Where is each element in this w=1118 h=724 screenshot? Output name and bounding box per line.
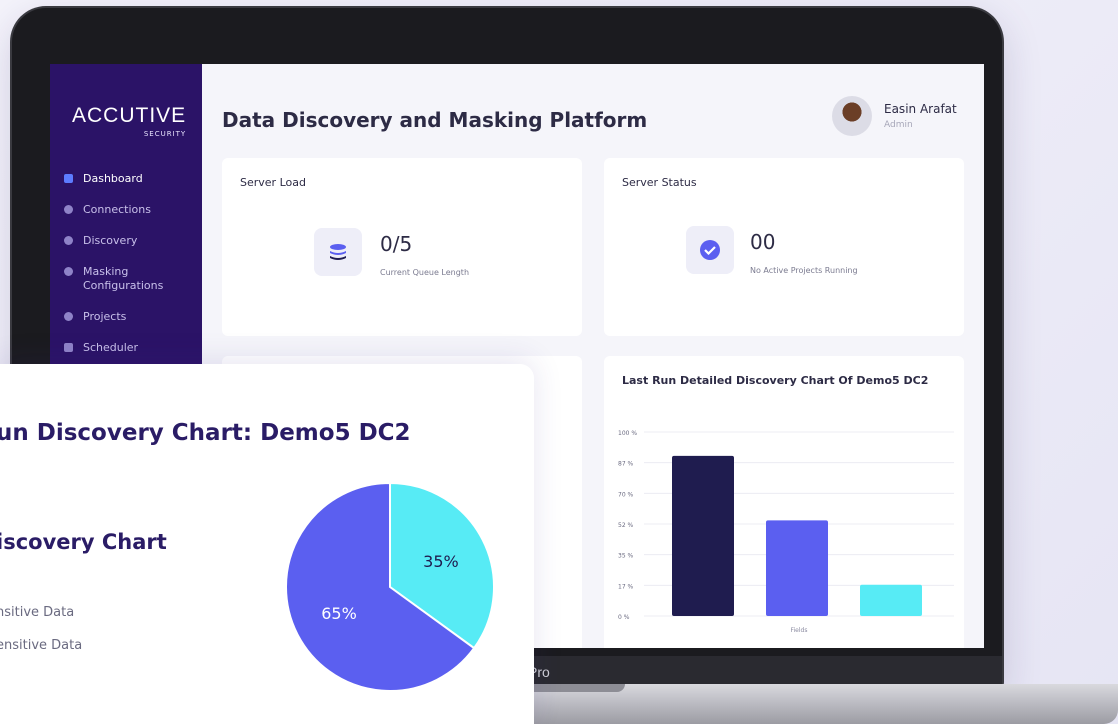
sidebar-item-label: Dashboard [83,172,143,185]
bar [766,520,828,616]
server-status-card: Server Status 00 No Active Projects Runn… [604,158,964,336]
bar-chart-card: Last Run Detailed Discovery Chart Of Dem… [604,356,964,648]
page-title: Data Discovery and Masking Platform [222,108,648,132]
avatar[interactable] [832,96,872,136]
pie-slice-label: 35% [423,552,459,571]
user-role: Admin [884,120,913,130]
dashboard-icon [64,174,73,183]
y-tick-label: 70 % [618,491,634,498]
calendar-icon [64,343,73,352]
y-tick-label: 0 % [618,614,630,621]
sidebar-item-label: Connections [83,203,151,216]
queue-caption: Current Queue Length [380,268,470,277]
sidebar-item-label: Masking Configurations [83,265,164,292]
active-projects-caption: No Active Projects Running [750,266,858,275]
projects-icon [64,312,73,321]
bar [672,455,734,616]
server-load-card: Server Load 0/5 Current Queue Length [222,158,582,336]
y-tick-label: 17 % [618,583,634,590]
plug-icon [64,205,73,214]
sidebar-nav: Dashboard Connections Discovery Masking … [64,172,194,372]
check-circle-icon [686,226,734,274]
brand-logo: ACCUTIVE SECURITY [72,104,186,138]
bar-chart: 100 % 87 % 70 % 52 % 35 % 17 % 0 % Fields [618,430,954,634]
card-title: Server Status [622,176,697,189]
brand-subtitle: SECURITY [143,130,187,138]
sidebar-item-discovery[interactable]: Discovery [64,234,194,248]
sidebar-item-dashboard[interactable]: Dashboard [64,172,194,186]
sidebar-item-label: Discovery [83,234,138,247]
y-tick-label: 100 % [618,430,637,437]
y-tick-label: 35 % [618,553,634,560]
queue-value: 0/5 [380,232,413,256]
masking-icon [64,267,73,276]
user-profile[interactable]: Easin Arafat Admin [832,96,957,136]
bar [860,584,922,616]
sidebar-item-scheduler[interactable]: Scheduler [64,341,194,355]
discovery-icon [64,236,73,245]
database-icon [314,228,362,276]
sidebar-item-projects[interactable]: Projects [64,310,194,324]
y-tick-label: 87 % [618,461,634,468]
brand-name: ACCUTIVE [72,104,187,127]
pie-chart-card: un Discovery Chart: Demo5 DC2 iscovery C… [0,364,534,724]
sidebar-item-masking-configurations[interactable]: Masking Configurations [64,265,194,293]
pie-slice-label: 65% [321,604,357,623]
pie-chart: 35% 65% [285,481,495,692]
y-tick-label: 52 % [618,522,634,529]
card-title: Server Load [240,176,306,189]
sidebar-item-label: Scheduler [83,341,139,354]
sidebar-item-connections[interactable]: Connections [64,203,194,217]
x-axis-label: Fields [791,627,808,634]
sidebar-item-label: Projects [83,310,127,323]
user-name: Easin Arafat [884,102,957,116]
active-projects-value: 00 [750,230,776,254]
